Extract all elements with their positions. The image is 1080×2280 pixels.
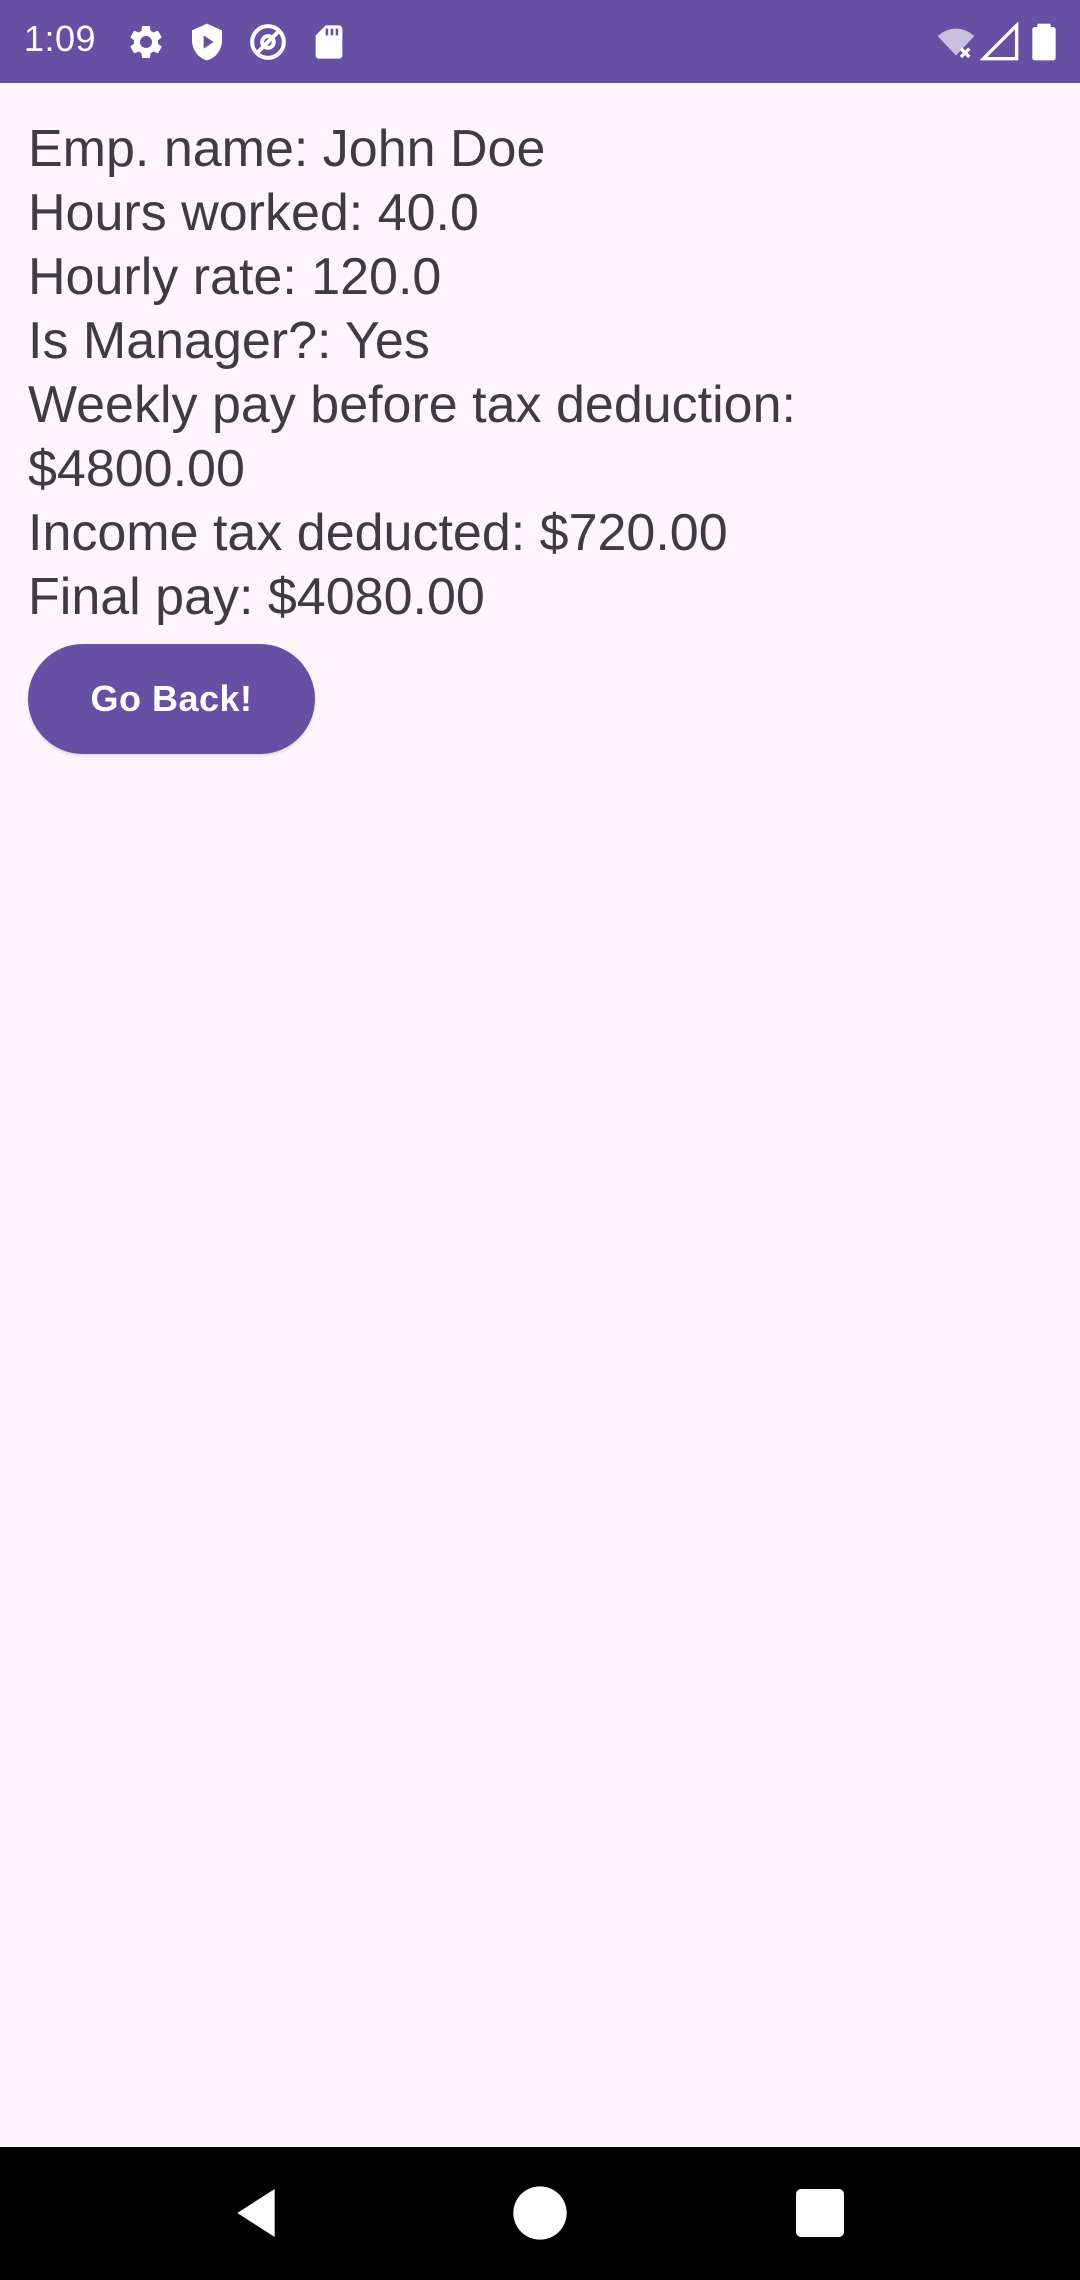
hours-worked-text: Hours worked: 40.0 [28, 184, 479, 242]
navigation-bar [0, 2147, 1080, 2280]
recents-icon[interactable] [788, 2181, 852, 2245]
employee-name-text: Emp. name: John Doe [28, 120, 546, 178]
status-bar: 1:09 [0, 0, 1080, 83]
hourly-rate-text: Hourly rate: 120.0 [28, 248, 442, 306]
sd-card-icon [309, 22, 349, 62]
weekly-pay-label: Weekly pay before tax deduction: [28, 376, 796, 434]
settings-icon [126, 22, 166, 62]
status-time: 1:09 [24, 18, 97, 59]
battery-icon [1026, 22, 1062, 62]
final-pay-text: Final pay: $4080.00 [28, 568, 485, 626]
at-sign-icon [248, 22, 288, 62]
income-tax-text: Income tax deducted: $720.00 [28, 504, 728, 562]
go-back-button[interactable]: Go Back! [28, 644, 315, 754]
wifi-off-icon [936, 22, 976, 62]
shield-play-icon [187, 22, 227, 62]
payroll-summary: Emp. name: John Doe Hours worked: 40.0 H… [28, 117, 1048, 629]
is-manager-text: Is Manager?: Yes [28, 312, 430, 370]
home-icon[interactable] [508, 2181, 572, 2245]
weekly-pay-value: $4800.00 [28, 440, 245, 498]
back-icon[interactable] [224, 2181, 288, 2245]
signal-icon [980, 22, 1020, 62]
